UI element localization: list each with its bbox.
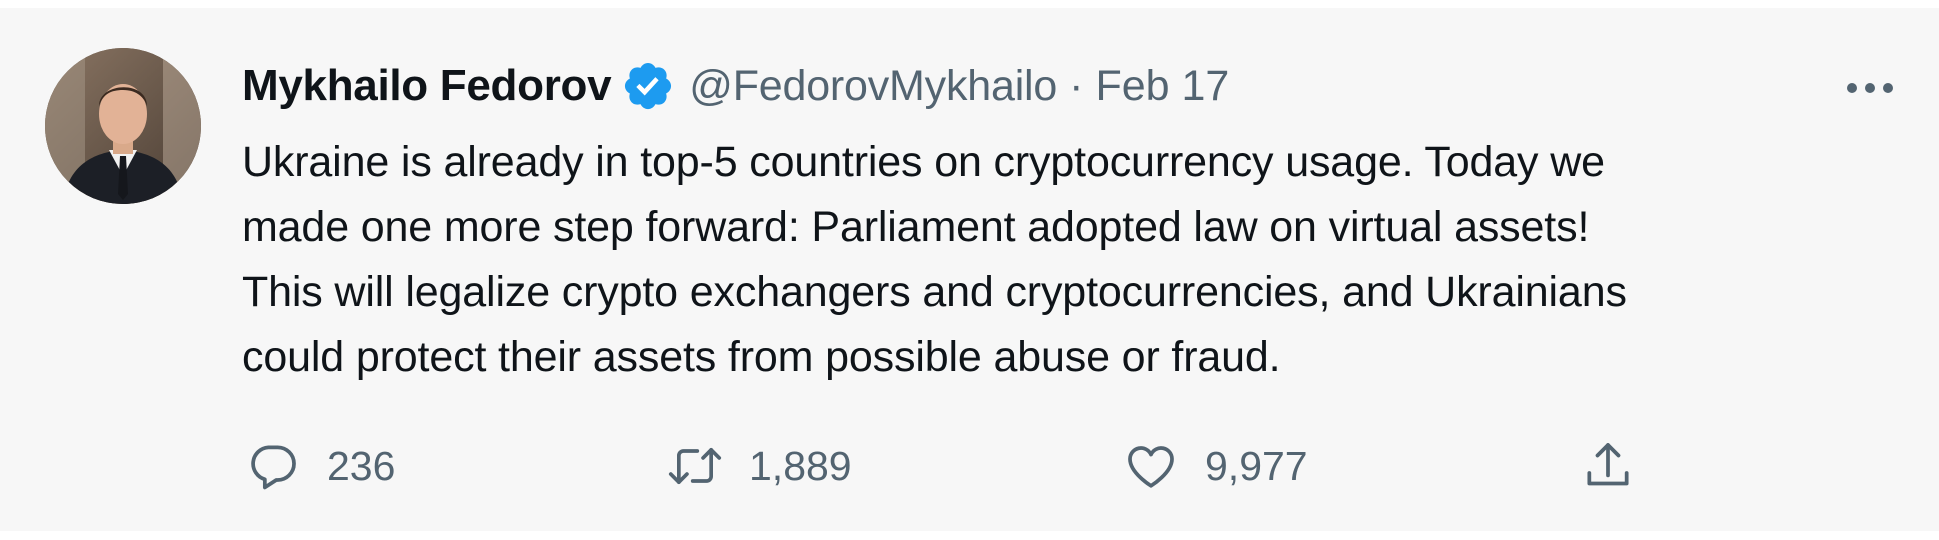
like-count: 9,977 xyxy=(1205,442,1308,489)
author-display-name[interactable]: Mykhailo Fedorov xyxy=(242,61,612,111)
tweet-text-line: This will legalize crypto exchangers and… xyxy=(242,268,1627,316)
share-button[interactable] xyxy=(1578,434,1638,498)
share-upload-icon xyxy=(1578,436,1638,496)
tweet-date[interactable]: Feb 17 xyxy=(1095,62,1229,111)
retweet-count: 1,889 xyxy=(749,442,852,489)
header-separator: · xyxy=(1069,61,1084,110)
heart-icon xyxy=(1121,436,1181,496)
avatar[interactable] xyxy=(45,48,201,204)
reply-count: 236 xyxy=(327,442,396,489)
like-button[interactable]: 9,977 xyxy=(1121,434,1308,498)
retweet-icon xyxy=(665,436,725,496)
more-horizontal-icon xyxy=(1847,83,1893,93)
more-options-button[interactable] xyxy=(1840,70,1900,106)
verified-badge-icon xyxy=(621,59,675,113)
tweet-text: Ukraine is already in top-5 countries on… xyxy=(242,130,1902,390)
tweet-text-line: made one more step forward: Parliament a… xyxy=(242,203,1590,251)
tweet-text-line: could protect their assets from possible… xyxy=(242,333,1281,381)
tweet-header: Mykhailo Fedorov @FedorovMykhailo · Feb … xyxy=(242,56,1229,116)
tweet-card[interactable]: Mykhailo Fedorov @FedorovMykhailo · Feb … xyxy=(0,8,1939,531)
author-handle[interactable]: @FedorovMykhailo xyxy=(689,62,1057,111)
reply-button[interactable]: 236 xyxy=(243,434,395,498)
reply-bubble-icon xyxy=(243,436,303,496)
retweet-button[interactable]: 1,889 xyxy=(665,434,852,498)
tweet-text-line: Ukraine is already in top-5 countries on… xyxy=(242,138,1605,186)
